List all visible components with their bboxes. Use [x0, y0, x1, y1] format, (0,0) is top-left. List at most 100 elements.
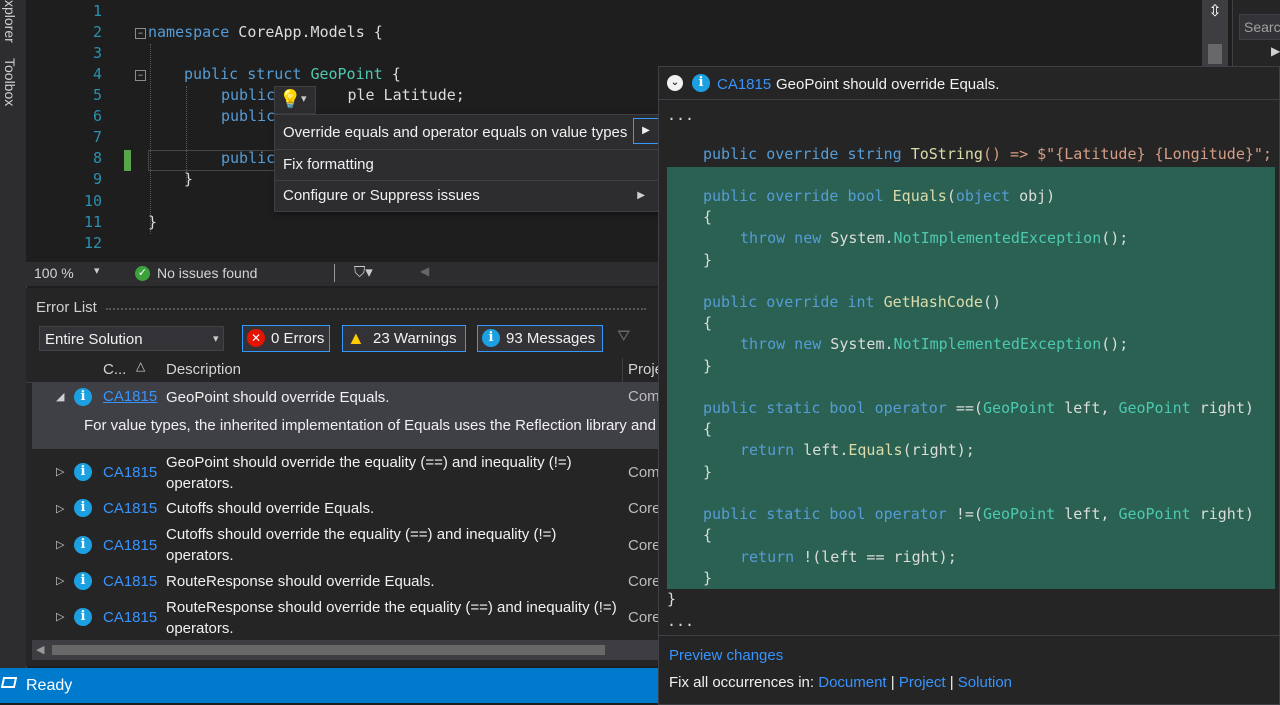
row-description: Cutoffs should override Equals.	[166, 500, 375, 517]
scrollbar-thumb[interactable]	[52, 645, 605, 655]
status-bar: Ready	[0, 668, 660, 703]
line-number: 1	[92, 2, 102, 20]
editor-status-bar: 100 % ▾ ✓ No issues found ⛉▾ ◀	[26, 262, 658, 286]
collapse-chevron-icon[interactable]: ⌄	[667, 75, 683, 91]
scope-select[interactable]: Entire Solution	[39, 326, 224, 351]
check-icon: ✓	[135, 266, 150, 281]
line-number: 7	[92, 128, 102, 146]
chevron-down-icon: ▾	[301, 93, 307, 105]
warnings-count: 23 Warnings	[373, 330, 457, 347]
row-description: GeoPoint should override the equality (=…	[166, 454, 572, 492]
scroll-left-icon[interactable]: ◀	[36, 643, 44, 656]
preview-header: ⌄ i CA1815 GeoPoint should override Equa…	[659, 67, 1279, 100]
error-list-horizontal-scrollbar[interactable]: ◀	[32, 640, 658, 660]
code-line-5: public ple Latitude;	[221, 86, 465, 104]
rule-code-link[interactable]: CA1815	[103, 388, 157, 405]
warnings-filter-button[interactable]: ▲ 23 Warnings	[342, 325, 466, 352]
code-line-9: }	[184, 170, 194, 188]
ellipsis-bottom: ...	[667, 612, 695, 630]
error-list-panel: Error List Entire Solution ▾ ✕ 0 Errors …	[26, 288, 663, 666]
fix-document-link[interactable]: Document	[818, 674, 886, 691]
row-project: Core	[628, 537, 661, 554]
menu-item-override-equals[interactable]: Override equals and operator equals on v…	[275, 117, 659, 148]
split-window-icon[interactable]: ⇳	[1205, 2, 1225, 22]
scrollbar-thumb[interactable]	[1208, 44, 1222, 64]
preview-changes-link[interactable]: Preview changes	[669, 647, 783, 664]
preview-brace: {	[703, 208, 713, 226]
fix-all-occurrences: Fix all occurrences in: Document | Proje…	[669, 674, 1013, 691]
scope-dropdown-icon[interactable]: ▾	[213, 332, 219, 345]
preview-line-op-eq: public static bool operator ==(GeoPoint …	[703, 399, 1254, 417]
ellipsis-top: ...	[667, 106, 695, 124]
preview-brace: }	[703, 463, 713, 481]
menu-item-configure-suppress[interactable]: Configure or Suppress issues ▶	[275, 180, 659, 211]
info-icon: i	[482, 329, 500, 347]
expand-row-icon[interactable]: ▷	[56, 574, 64, 587]
collapse-namespace-icon[interactable]: −	[135, 28, 146, 39]
line-number: 12	[83, 234, 102, 252]
zoom-level[interactable]: 100 %	[34, 265, 74, 281]
line-number: 10	[83, 192, 102, 210]
expand-row-icon[interactable]: ▷	[56, 538, 64, 551]
preview-brace: {	[703, 420, 713, 438]
info-icon: i	[74, 388, 92, 406]
panel-drag-grip[interactable]	[106, 308, 646, 310]
preview-line-return-eq: return left.Equals(right);	[740, 441, 975, 459]
expand-arrow-icon[interactable]: ▶	[1271, 44, 1280, 58]
column-description[interactable]: Description	[166, 361, 241, 378]
line-number: 4	[92, 65, 102, 83]
preview-brace: }	[703, 251, 713, 269]
issues-status[interactable]: No issues found	[157, 265, 257, 281]
column-code[interactable]: C...	[103, 361, 126, 378]
messages-filter-button[interactable]: i 93 Messages	[477, 325, 603, 352]
fix-solution-link[interactable]: Solution	[958, 674, 1012, 691]
expand-row-icon[interactable]: ▷	[56, 502, 64, 515]
rule-code-link[interactable]: CA1815	[103, 573, 157, 590]
expand-row-icon[interactable]: ▷	[56, 465, 64, 478]
divider	[334, 264, 335, 282]
expand-row-icon[interactable]: ▷	[56, 610, 64, 623]
row-detail-text: For value types, the inherited implement…	[84, 417, 658, 434]
submenu-arrow-icon[interactable]: ▶	[633, 118, 659, 144]
collapse-struct-icon[interactable]: −	[135, 70, 146, 81]
status-icon	[0, 677, 18, 688]
rule-code-link[interactable]: CA1815	[103, 537, 157, 554]
preview-brace: }	[667, 590, 677, 608]
fix-all-label: Fix all occurrences in:	[669, 674, 815, 691]
errors-filter-button[interactable]: ✕ 0 Errors	[242, 325, 330, 352]
error-icon: ✕	[247, 329, 265, 347]
code-line-2: namespace CoreApp.Models {	[148, 23, 383, 41]
lightbulb-icon: 💡	[279, 89, 302, 109]
scroll-left-icon[interactable]: ◀	[420, 264, 429, 278]
preview-line-throw: throw new System.NotImplementedException…	[740, 335, 1129, 353]
row-project: Com	[628, 388, 660, 405]
row-project: Core	[628, 573, 661, 590]
errors-count: 0 Errors	[271, 330, 325, 347]
preview-line-throw: throw new System.NotImplementedException…	[740, 229, 1129, 247]
search-input[interactable]: Search	[1239, 14, 1280, 40]
rule-code-link[interactable]: CA1815	[103, 464, 157, 481]
sort-ascending-icon[interactable]: △	[136, 359, 145, 373]
solution-explorer-tab[interactable]: xplorer	[2, 0, 18, 43]
info-icon: i	[74, 608, 92, 626]
rule-code-link[interactable]: CA1815	[103, 500, 157, 517]
menu-item-fix-formatting[interactable]: Fix formatting	[275, 149, 659, 180]
code-line-6: public	[221, 107, 276, 125]
lightbulb-button[interactable]: 💡 ▾	[274, 86, 316, 114]
toolbox-tab[interactable]: Toolbox	[2, 58, 18, 106]
collapse-row-icon[interactable]: ◢	[56, 390, 64, 403]
row-description: GeoPoint should override Equals.	[166, 389, 390, 406]
zoom-dropdown-icon[interactable]: ▾	[94, 264, 100, 277]
line-number: 6	[92, 107, 102, 125]
preview-brace: }	[703, 357, 713, 375]
left-tool-strip: xplorer Toolbox	[0, 0, 27, 668]
preview-brace: }	[703, 569, 713, 587]
code-line-8: public	[221, 149, 276, 167]
rule-code-link[interactable]: CA1815	[103, 609, 157, 626]
fix-project-link[interactable]: Project	[899, 674, 946, 691]
clear-filter-icon[interactable]: ⛛	[617, 328, 630, 346]
rule-code-link[interactable]: CA1815	[717, 76, 771, 93]
cleanup-brush-icon[interactable]: ⛉▾	[354, 263, 373, 281]
info-icon: i	[74, 463, 92, 481]
line-number: 8	[92, 149, 102, 167]
